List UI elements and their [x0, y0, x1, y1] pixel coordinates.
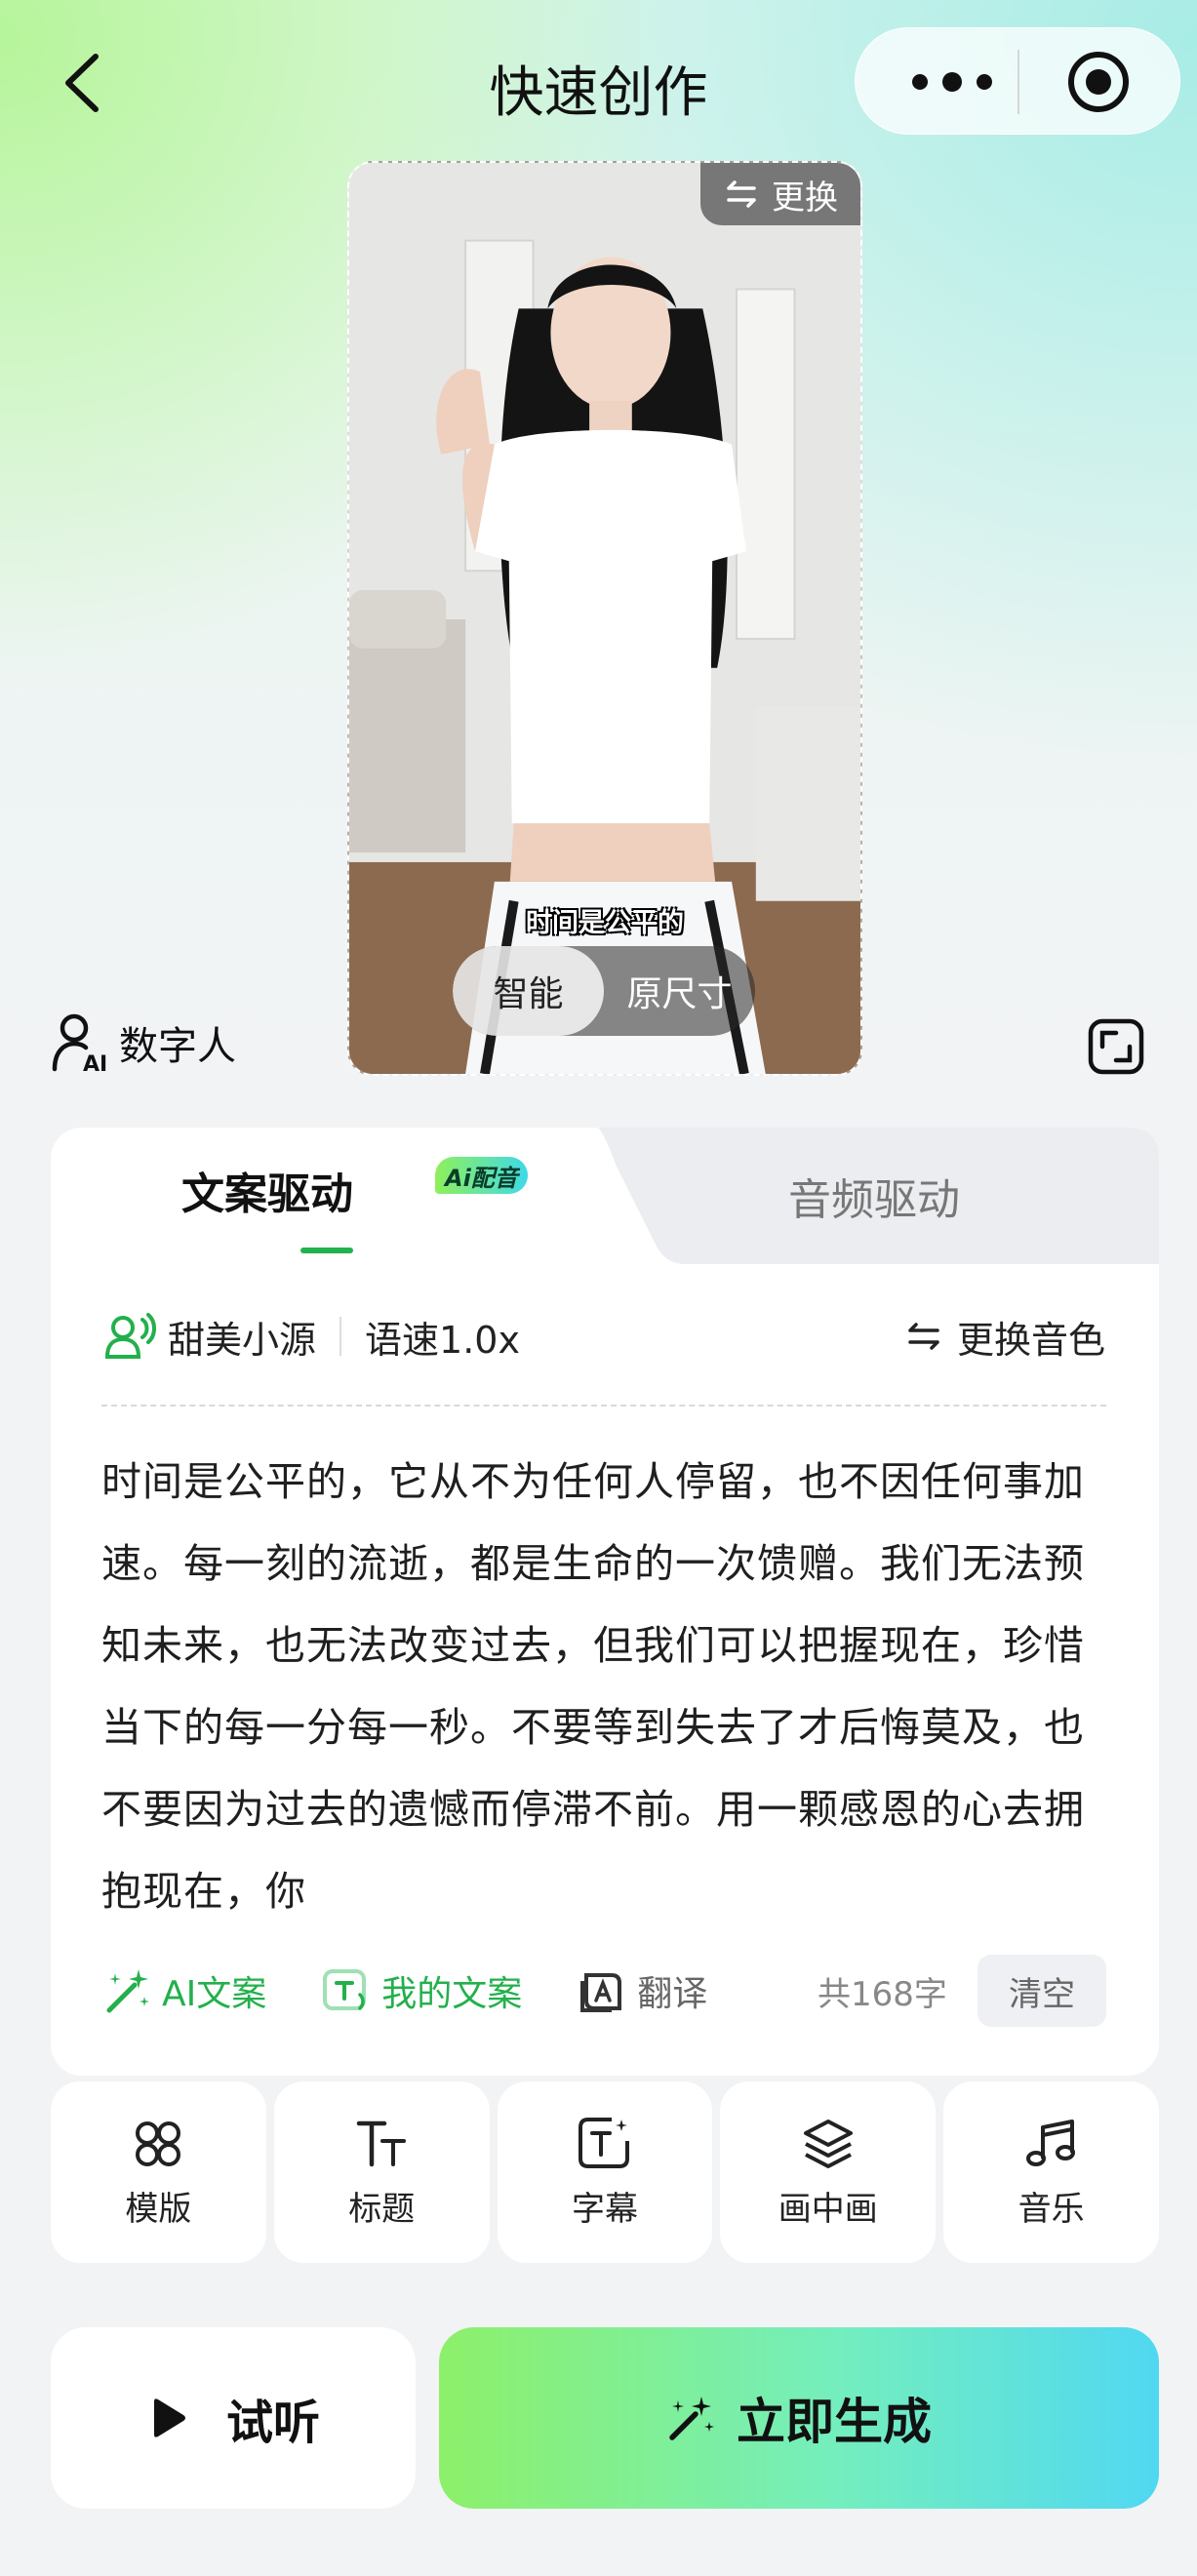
ai-copy-label: AI文案: [162, 1974, 267, 2014]
my-copy-icon: [323, 1969, 367, 2010]
close-target-icon[interactable]: [1064, 48, 1133, 116]
feature-title[interactable]: 标题: [273, 2081, 490, 2263]
tab-text-drive[interactable]: 文案驱动: [181, 1159, 353, 1221]
voice-person-icon: [105, 1313, 156, 1359]
title-icon: [356, 2120, 407, 2166]
translate-label: 翻译: [637, 1974, 708, 2014]
magic-wand-icon: [106, 1969, 149, 2013]
ai-voice-badge: Ai配音: [435, 1157, 528, 1194]
size-option-smart[interactable]: 智能: [453, 946, 604, 1036]
fullscreen-icon[interactable]: [1087, 1017, 1145, 1076]
digital-human-button[interactable]: AI 数字人: [51, 1011, 236, 1075]
listen-label: 试听: [225, 2396, 320, 2450]
nav-bar: 快速创作: [0, 0, 1197, 166]
script-text-area[interactable]: 时间是公平的，它从不为任何人停留，也不因任何事加速。每一刻的流逝，都是生命的一次…: [101, 1441, 1116, 1932]
feature-template-label: 模版: [125, 2189, 192, 2229]
translate-icon: [580, 1973, 622, 2012]
clear-button[interactable]: 清空: [978, 1955, 1106, 2027]
change-voice-label: 更换音色: [956, 1318, 1105, 1362]
change-voice-button[interactable]: 更换音色: [904, 1302, 1105, 1370]
dashed-divider: [101, 1405, 1106, 1407]
change-avatar-button[interactable]: 更换: [700, 163, 860, 225]
swap-icon: [908, 1323, 939, 1350]
size-option-original[interactable]: 原尺寸: [604, 946, 755, 1036]
voice-settings-row: 甜美小源 语速1.0x 更换音色: [105, 1302, 1105, 1370]
script-tools-row: AI文案 我的文案 翻译 共168字 清空: [101, 1955, 1106, 2027]
feature-pip[interactable]: 画中画: [720, 2081, 937, 2263]
size-toggle: 智能 原尺寸: [453, 946, 755, 1036]
layers-icon: [803, 2119, 853, 2168]
digital-human-icon: AI: [52, 1013, 107, 1075]
tab-audio-drive[interactable]: 音频驱动: [788, 1165, 960, 1227]
subtitle-icon: [578, 2117, 629, 2168]
feature-pip-label: 画中画: [778, 2189, 878, 2229]
my-copy-button[interactable]: 我的文案: [321, 1965, 522, 2016]
video-preview[interactable]: 更换 时间是公平的 智能 原尺寸: [347, 161, 862, 1076]
voice-name[interactable]: 甜美小源: [168, 1310, 316, 1364]
digital-human-label: 数字人: [119, 1024, 236, 1069]
feature-subtitle-label: 字幕: [571, 2189, 638, 2229]
feature-bar: 模版 标题 字幕 画中画 音乐: [51, 2081, 1159, 2263]
mini-program-capsule: [855, 27, 1180, 135]
feature-title-label: 标题: [348, 2189, 416, 2229]
listen-button[interactable]: 试听: [51, 2327, 416, 2509]
preview-subtitle: 时间是公平的: [526, 908, 684, 938]
active-tab-indicator: [300, 1248, 353, 1253]
more-icon[interactable]: [898, 56, 1006, 108]
feature-music-label: 音乐: [1017, 2189, 1085, 2229]
voice-divider: [339, 1317, 342, 1356]
feature-template[interactable]: 模版: [51, 2081, 266, 2263]
voice-speed[interactable]: 语速1.0x: [365, 1310, 520, 1364]
feature-subtitle[interactable]: 字幕: [497, 2081, 713, 2263]
swap-icon: [727, 180, 756, 208]
generate-label: 立即生成: [737, 2394, 932, 2450]
capsule-divider: [1017, 50, 1019, 114]
translate-button[interactable]: 翻译: [577, 1965, 707, 2016]
generate-button[interactable]: 立即生成: [439, 2327, 1159, 2509]
change-avatar-label: 更换: [772, 178, 838, 218]
svg-text:AI: AI: [83, 1052, 107, 1075]
feature-music[interactable]: 音乐: [943, 2081, 1159, 2263]
magic-wand-icon: [669, 2397, 714, 2440]
template-icon: [136, 2120, 181, 2166]
my-copy-label: 我的文案: [381, 1974, 523, 2014]
music-icon: [1025, 2119, 1075, 2166]
char-count: 共168字: [818, 1974, 947, 2014]
ai-copy-button[interactable]: AI文案: [101, 1965, 266, 2016]
play-icon: [153, 2398, 185, 2437]
